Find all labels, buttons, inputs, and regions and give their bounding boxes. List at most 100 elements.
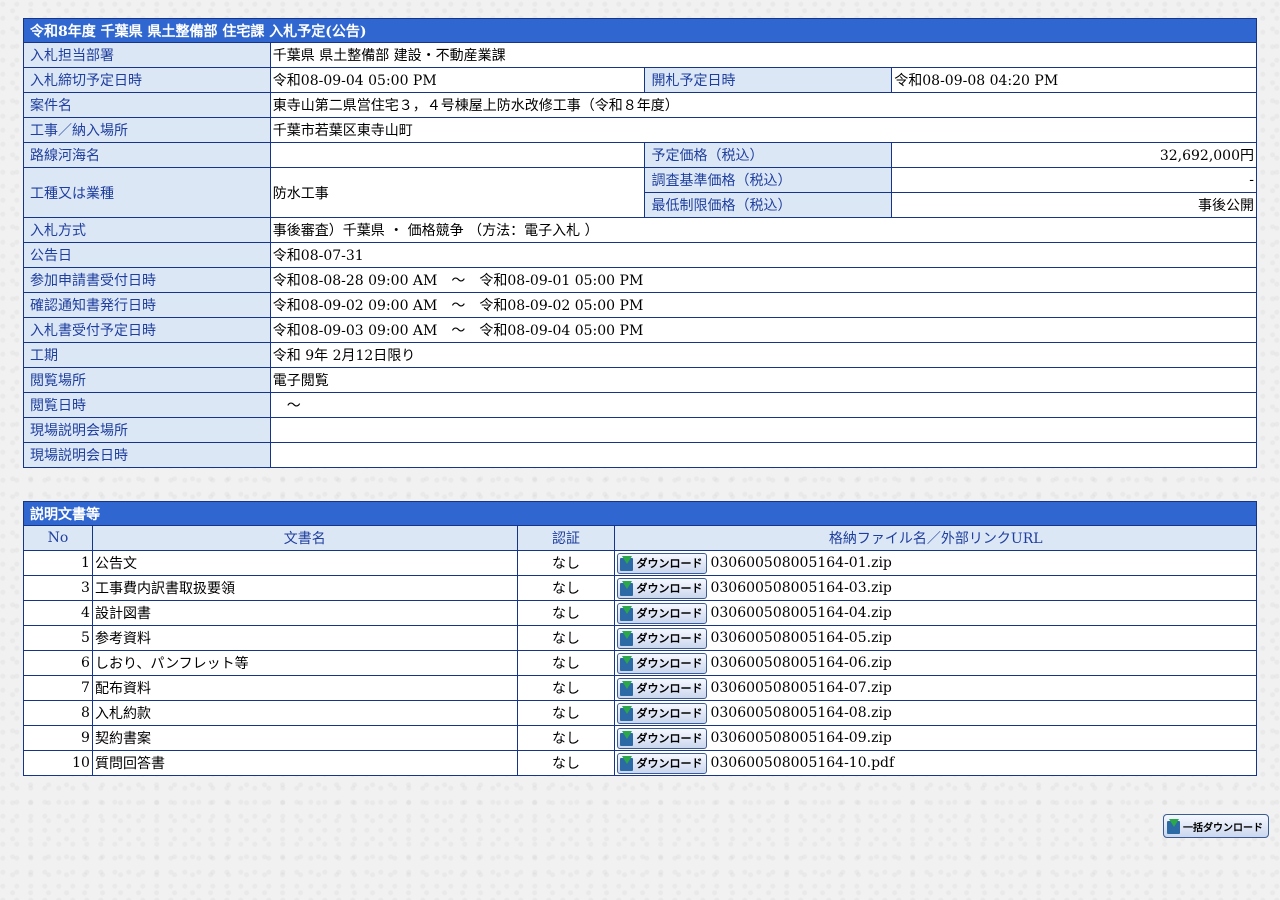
- document-row: 8 入札約款 なし ダウンロード 030600508005164-08.zip: [23, 700, 1257, 726]
- download-icon: [620, 580, 634, 596]
- view-place-label: 閲覧場所: [23, 367, 271, 393]
- document-file-name: 030600508005164-07.zip: [710, 680, 892, 696]
- document-auth: なし: [516, 750, 616, 776]
- document-file-name: 030600508005164-08.zip: [710, 705, 892, 721]
- download-button[interactable]: ダウンロード: [617, 702, 708, 724]
- dept-label: 入札担当部署: [23, 42, 271, 68]
- confirm-value: 令和08-09-02 09:00 AM ～ 令和08-09-02 05:00 P…: [269, 292, 1258, 318]
- place-label: 工事／納入場所: [23, 117, 271, 143]
- bulk-download-label: 一括ダウンロード: [1183, 822, 1263, 834]
- download-label: ダウンロード: [636, 557, 703, 570]
- col-file-header: 格納ファイル名／外部リンクURL: [614, 525, 1257, 551]
- download-label: ダウンロード: [636, 757, 703, 770]
- document-no: 10: [23, 750, 93, 776]
- col-auth-header: 認証: [516, 525, 616, 551]
- document-auth: なし: [516, 550, 616, 576]
- site-place-label: 現場説明会場所: [23, 417, 271, 443]
- document-name: 契約書案: [91, 725, 518, 751]
- survey-price-label: 調査基準価格（税込）: [644, 167, 893, 193]
- download-label: ダウンロード: [636, 582, 703, 595]
- document-row: 5 参考資料 なし ダウンロード 030600508005164-05.zip: [23, 625, 1257, 651]
- documents-title: 説明文書等: [23, 501, 1257, 526]
- document-file-cell: ダウンロード 030600508005164-03.zip: [614, 575, 1257, 601]
- work-type-value: 防水工事: [269, 167, 646, 218]
- document-auth: なし: [516, 575, 616, 601]
- document-row: 1 公告文 なし ダウンロード 030600508005164-01.zip: [23, 550, 1257, 576]
- case-value: 東寺山第二県営住宅３，４号棟屋上防水改修工事（令和８年度）: [269, 92, 1258, 118]
- notice-date-value: 令和08-07-31: [269, 242, 1258, 268]
- download-button[interactable]: ダウンロード: [617, 602, 708, 624]
- opening-label: 開札予定日時: [644, 67, 893, 93]
- download-label: ダウンロード: [636, 657, 703, 670]
- document-file-name: 030600508005164-04.zip: [710, 605, 892, 621]
- view-date-value: ～: [269, 392, 1258, 418]
- site-place-value: [269, 417, 1258, 443]
- case-label: 案件名: [23, 92, 271, 118]
- bulk-download-button[interactable]: 一括ダウンロード: [1163, 814, 1269, 838]
- document-file-name: 030600508005164-01.zip: [710, 555, 892, 571]
- document-name: 公告文: [91, 550, 518, 576]
- document-name: 参考資料: [91, 625, 518, 651]
- document-auth: なし: [516, 725, 616, 751]
- notice-date-label: 公告日: [23, 242, 271, 268]
- download-button[interactable]: ダウンロード: [617, 677, 708, 699]
- download-icon: [620, 705, 634, 721]
- document-name: しおり、パンフレット等: [91, 650, 518, 676]
- download-button[interactable]: ダウンロード: [617, 752, 708, 774]
- document-auth: なし: [516, 700, 616, 726]
- document-no: 4: [23, 600, 93, 626]
- download-icon: [620, 630, 634, 646]
- period-value: 令和 9年 2月12日限り: [269, 342, 1258, 368]
- view-date-label: 閲覧日時: [23, 392, 271, 418]
- document-no: 1: [23, 550, 93, 576]
- download-icon: [620, 605, 634, 621]
- method-label: 入札方式: [23, 217, 271, 243]
- download-button[interactable]: ダウンロード: [617, 577, 708, 599]
- document-file-cell: ダウンロード 030600508005164-05.zip: [614, 625, 1257, 651]
- document-row: 6 しおり、パンフレット等 なし ダウンロード 030600508005164-06.z…: [23, 650, 1257, 676]
- document-row: 3 工事費内訳書取扱要領 なし ダウンロード 030600508005164-03.zi…: [23, 575, 1257, 601]
- min-price-label: 最低制限価格（税込）: [644, 192, 893, 218]
- document-row: 4 設計図書 なし ダウンロード 030600508005164-04.zip: [23, 600, 1257, 626]
- document-auth: なし: [516, 675, 616, 701]
- download-button[interactable]: ダウンロード: [617, 552, 708, 574]
- document-no: 6: [23, 650, 93, 676]
- work-type-label: 工種又は業種: [23, 167, 271, 218]
- bulk-download-area: 一括ダウンロード: [1163, 814, 1269, 838]
- document-file-cell: ダウンロード 030600508005164-08.zip: [614, 700, 1257, 726]
- document-no: 9: [23, 725, 93, 751]
- document-row: 9 契約書案 なし ダウンロード 030600508005164-09.zip: [23, 725, 1257, 751]
- document-row: 10 質問回答書 なし ダウンロード 030600508005164-10.pdf: [23, 750, 1257, 776]
- download-icon: [620, 555, 634, 571]
- document-name: 設計図書: [91, 600, 518, 626]
- document-auth: なし: [516, 600, 616, 626]
- survey-price-value: -: [891, 167, 1257, 193]
- document-no: 7: [23, 675, 93, 701]
- document-file-name: 030600508005164-10.pdf: [710, 755, 895, 771]
- bid-accept-value: 令和08-09-03 09:00 AM ～ 令和08-09-04 05:00 P…: [269, 317, 1258, 343]
- period-label: 工期: [23, 342, 271, 368]
- bid-info-table: 令和8年度 千葉県 県土整備部 住宅課 入札予定(公告) 入札担当部署 千葉県 …: [23, 18, 1258, 468]
- planned-price-label: 予定価格（税込）: [644, 142, 893, 168]
- method-value: 事後審査）千葉県 ・ 価格競争 （方法：電子入札 ）: [269, 217, 1258, 243]
- download-icon: [620, 730, 634, 746]
- place-value: 千葉市若葉区東寺山町: [269, 117, 1258, 143]
- download-button[interactable]: ダウンロード: [617, 627, 708, 649]
- planned-price-value: 32,692,000円: [891, 142, 1257, 168]
- download-label: ダウンロード: [636, 707, 703, 720]
- download-icon: [620, 655, 634, 671]
- site-date-value: [269, 442, 1258, 468]
- download-button[interactable]: ダウンロード: [617, 727, 708, 749]
- document-file-cell: ダウンロード 030600508005164-01.zip: [614, 550, 1257, 576]
- document-file-cell: ダウンロード 030600508005164-06.zip: [614, 650, 1257, 676]
- document-file-name: 030600508005164-09.zip: [710, 730, 892, 746]
- download-button[interactable]: ダウンロード: [617, 652, 708, 674]
- deadline-value: 令和08-09-04 05:00 PM: [269, 67, 646, 93]
- document-name: 工事費内訳書取扱要領: [91, 575, 518, 601]
- download-icon: [620, 755, 634, 771]
- document-auth: なし: [516, 625, 616, 651]
- bid-info-title: 令和8年度 千葉県 県土整備部 住宅課 入札予定(公告): [23, 18, 1257, 43]
- document-name: 入札約款: [91, 700, 518, 726]
- site-date-label: 現場説明会日時: [23, 442, 271, 468]
- confirm-label: 確認通知書発行日時: [23, 292, 271, 318]
